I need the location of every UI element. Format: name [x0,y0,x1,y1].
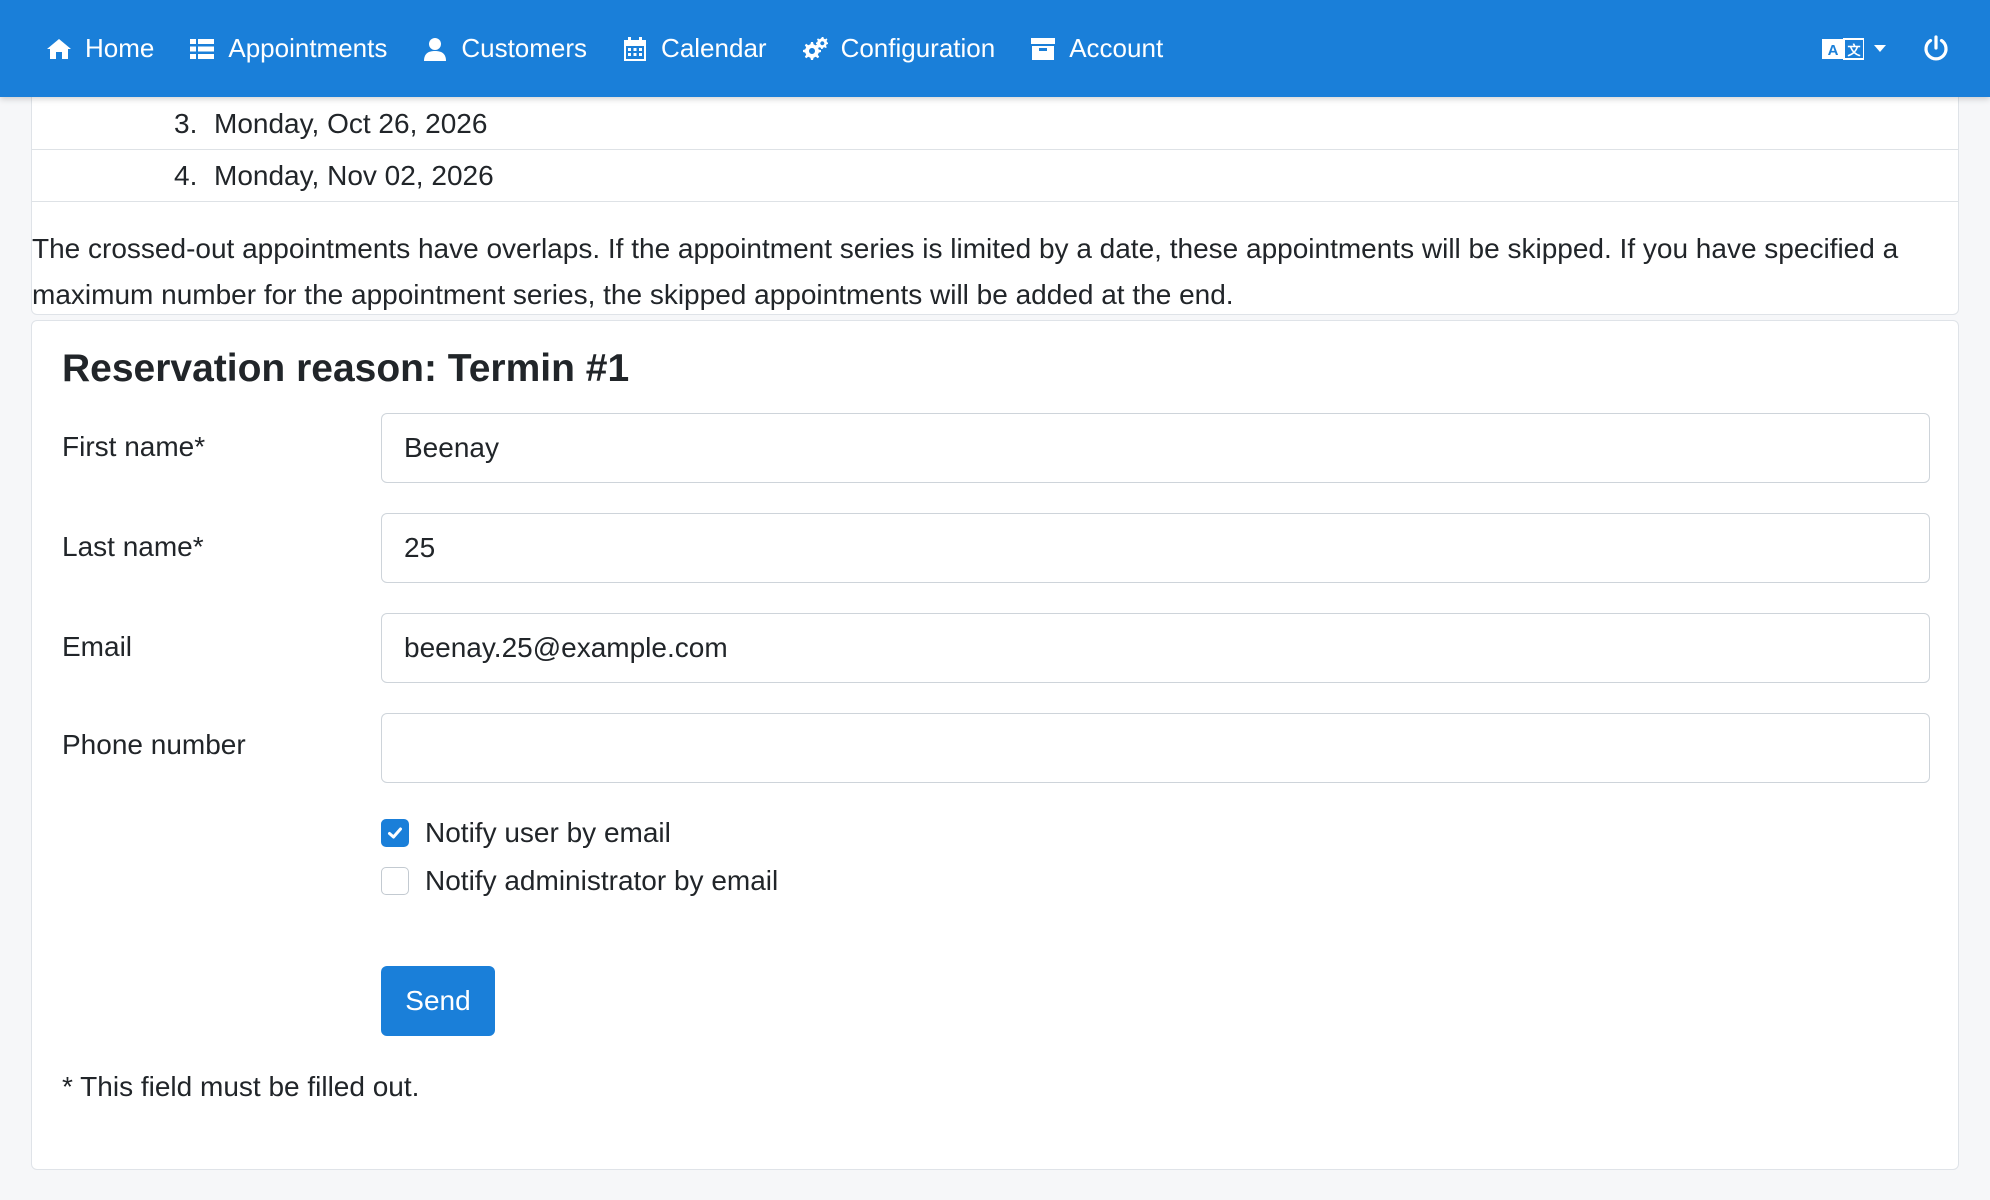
nav-item-label: Configuration [840,33,996,63]
nav-item-label: Calendar [661,33,767,63]
first-name-label: First name* [62,431,206,462]
list-icon [190,38,215,59]
appointment-date: Monday, Oct 26, 2026 [214,107,488,139]
language-dropdown[interactable]: A 文 [1822,36,1886,62]
gears-icon [802,36,828,60]
nav-item-calendar[interactable]: Calendar [622,33,767,64]
notify-user-checkbox[interactable] [381,819,409,847]
list-item: 4. Monday, Nov 02, 2026 [32,150,1958,202]
phone-label: Phone number [62,729,246,760]
chevron-down-icon [1874,45,1886,52]
email-field[interactable] [381,613,1930,683]
form-title: Reservation reason: Termin #1 [62,347,630,390]
power-icon[interactable] [1922,34,1950,63]
svg-text:文: 文 [1847,43,1861,59]
nav-item-customers[interactable]: Customers [422,33,587,64]
notify-admin-option[interactable]: Notify administrator by email [381,865,778,897]
appointment-number: 4. [174,159,198,191]
last-name-field[interactable] [381,513,1930,583]
phone-field[interactable] [381,713,1930,783]
language-icon: A 文 [1822,37,1864,60]
user-icon [424,37,447,61]
notify-user-label: Notify user by email [425,817,671,848]
overlap-notice: The crossed-out appointments have overla… [32,233,1899,310]
check-icon [388,827,402,839]
appointment-number: 3. [174,107,198,139]
appointment-date: Monday, Nov 02, 2026 [214,159,494,191]
archive-icon [1031,37,1056,60]
nav-item-appointments[interactable]: Appointments [189,33,387,64]
nav-item-label: Home [85,33,155,63]
email-label: Email [62,631,133,662]
nav-item-label: Account [1069,33,1164,63]
home-icon [47,38,71,59]
notify-admin-label: Notify administrator by email [425,865,779,896]
list-item: 3. Monday, Oct 26, 2026 [32,98,1958,150]
top-navbar: Home Appointments Customers Calendar Con… [0,0,1990,97]
required-field-note: * This field must be filled out. [62,1071,420,1102]
reservation-form-card: Reservation reason: Termin #1 First name… [31,320,1959,1170]
notify-admin-checkbox[interactable] [381,867,409,895]
notify-user-option[interactable]: Notify user by email [381,817,671,849]
appointment-series-card: 3. Monday, Oct 26, 2026 4. Monday, Nov 0… [31,60,1959,315]
nav-item-home[interactable]: Home [46,33,154,64]
send-button[interactable]: Send [381,966,495,1036]
nav-item-account[interactable]: Account [1030,33,1163,64]
svg-text:A: A [1828,42,1839,59]
nav-item-label: Customers [461,33,588,63]
calendar-icon [624,36,647,61]
nav-item-configuration[interactable]: Configuration [802,33,996,64]
first-name-field[interactable] [381,413,1930,483]
nav-item-label: Appointments [228,33,388,63]
last-name-label: Last name* [62,531,204,562]
nav-menu: Home Appointments Customers Calendar Con… [46,0,1198,97]
nav-right-tools: A 文 [1822,0,1950,97]
